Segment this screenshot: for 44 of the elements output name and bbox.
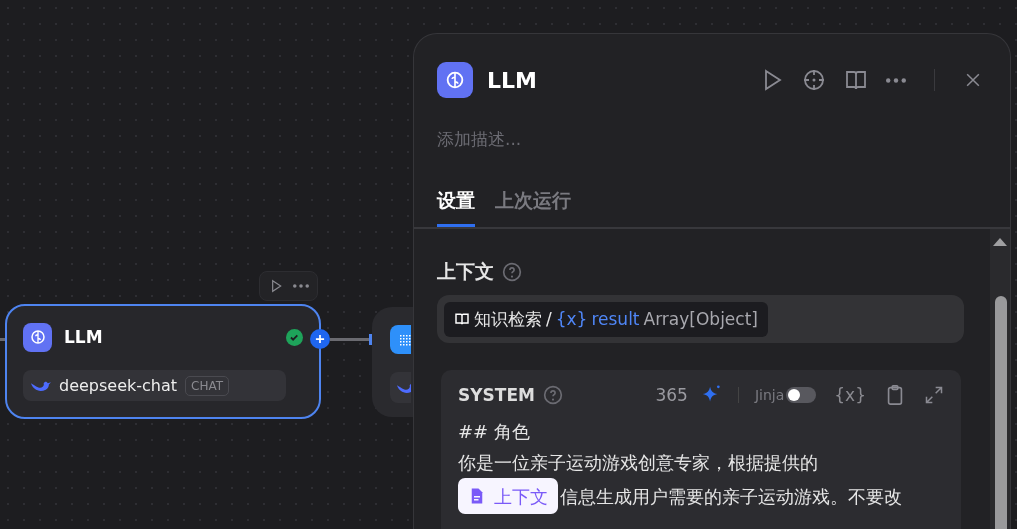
variable-type: Array[Object] — [643, 309, 758, 329]
prompt-text: ## 角色 — [458, 420, 530, 444]
docs-button[interactable] — [844, 68, 868, 92]
variable-chip[interactable]: 知识检索 / {x} result Array[Object] — [444, 301, 768, 337]
role-label: SYSTEM — [458, 385, 535, 405]
model-name: deepseek-chat — [59, 376, 178, 395]
tab[interactable]: 上次运行 — [495, 188, 571, 227]
plus-icon — [313, 332, 327, 346]
book-icon — [844, 68, 868, 92]
mode-badge: CHAT — [185, 375, 230, 396]
more-icon — [292, 284, 309, 288]
book-icon — [454, 311, 470, 327]
model-selector[interactable]: deepseek-chat CHAT — [23, 370, 286, 401]
scrollbar[interactable] — [990, 229, 1010, 529]
node-title: LLM — [64, 327, 104, 347]
grid-icon — [390, 325, 411, 354]
jinja-toggle[interactable] — [786, 387, 817, 403]
insert-variable-button[interactable]: {x} — [834, 385, 866, 405]
more-button[interactable] — [292, 284, 309, 288]
prompt-text: 你是一位亲子运动游戏创意专家，根据提供的 — [458, 451, 818, 475]
llm-node[interactable]: LLM deepseek-chat CHAT — [5, 304, 321, 419]
more-icon — [886, 77, 906, 83]
toggle-label: Jinja — [754, 387, 785, 403]
variable-name: result — [591, 309, 640, 329]
expand-icon — [924, 385, 944, 405]
edge-line — [330, 333, 372, 345]
help-icon — [542, 385, 563, 405]
crosshair-icon — [802, 68, 826, 92]
panel-title: LLM — [487, 67, 538, 93]
expand-button[interactable] — [924, 385, 944, 405]
more-button[interactable] — [886, 77, 906, 83]
locate-button[interactable] — [802, 68, 826, 92]
add-node-handle[interactable] — [310, 329, 330, 349]
variable-symbol: {x} — [555, 309, 588, 329]
scroll-up-icon[interactable] — [993, 237, 1007, 247]
character-count: 365 — [655, 385, 688, 405]
path-separator: / — [546, 309, 552, 329]
prompt-text: 信息生成用户需要的亲子运动游戏。不要改 — [560, 484, 902, 509]
help-icon — [502, 262, 522, 282]
context-field[interactable]: 知识检索 / {x} result Array[Object] — [437, 295, 964, 343]
section-label: 上下文 — [437, 259, 494, 284]
context-tag[interactable]: 上下文 — [458, 478, 558, 514]
workflow-node[interactable] — [372, 307, 413, 417]
source-name: 知识检索 — [474, 307, 542, 331]
